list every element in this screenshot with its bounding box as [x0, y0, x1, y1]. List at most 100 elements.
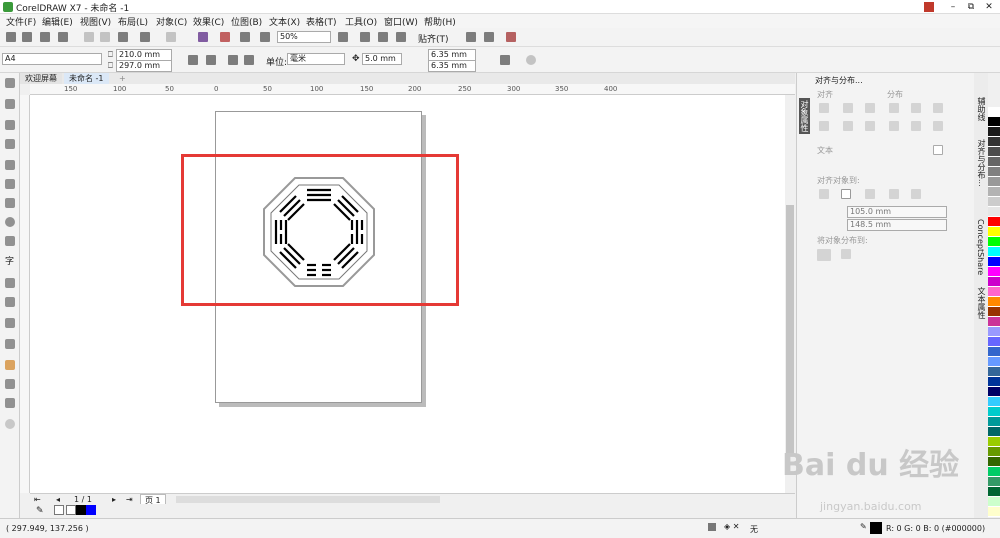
interactive-fill-tool-icon[interactable]	[5, 379, 15, 389]
palette-swatch[interactable]	[988, 417, 1000, 427]
active-objects-icon[interactable]	[819, 189, 829, 199]
drop-shadow-tool-icon[interactable]	[5, 318, 15, 328]
palette-swatch[interactable]	[988, 487, 1000, 497]
page-last-icon[interactable]: ⇥	[126, 495, 133, 504]
specified-point-icon[interactable]	[911, 189, 921, 199]
palette-swatch[interactable]	[988, 137, 1000, 147]
quick-customize-icon[interactable]	[526, 55, 536, 65]
copy-icon[interactable]	[100, 32, 110, 42]
palette-swatch[interactable]	[988, 317, 1000, 327]
new-icon[interactable]	[6, 32, 16, 42]
polygon-tool-icon[interactable]	[5, 236, 15, 246]
publish-pdf-icon[interactable]	[260, 32, 270, 42]
menu-file[interactable]: 文件(F)	[6, 15, 36, 28]
menu-table[interactable]: 表格(T)	[306, 15, 337, 28]
palette-swatch[interactable]	[988, 427, 1000, 437]
swatch-none[interactable]	[54, 505, 64, 515]
extent-of-selection-icon[interactable]	[817, 249, 831, 261]
menu-view[interactable]: 视图(V)	[80, 15, 111, 28]
dock-tab-align-distribute[interactable]: 对齐与分布...	[976, 139, 987, 187]
align-left-icon[interactable]	[819, 103, 829, 113]
grid-icon[interactable]	[889, 189, 899, 199]
palette-swatch[interactable]	[988, 237, 1000, 247]
palette-swatch[interactable]	[988, 177, 1000, 187]
close-button[interactable]: ✕	[980, 0, 998, 14]
palette-swatch[interactable]	[988, 297, 1000, 307]
palette-swatch[interactable]	[988, 207, 1000, 217]
minimize-button[interactable]: –	[944, 0, 962, 14]
duplicate-y-input[interactable]: 6.35 mm	[428, 60, 476, 72]
color-eyedropper-tool-icon[interactable]	[5, 360, 15, 370]
dock-tab-object-properties[interactable]: 对象属性	[799, 98, 810, 134]
distribute-left-icon[interactable]	[889, 103, 899, 113]
zoom-level-select[interactable]: 50%	[277, 31, 331, 43]
fill-indicator-icon[interactable]	[708, 523, 716, 531]
show-grid-icon[interactable]	[378, 32, 388, 42]
menu-window[interactable]: 窗口(W)	[384, 15, 418, 28]
palette-swatch[interactable]	[988, 187, 1000, 197]
units-select[interactable]: 毫米	[287, 53, 345, 65]
page-height-input[interactable]: 297.0 mm	[116, 60, 172, 72]
align-point-y-input[interactable]: 148.5 mm	[847, 219, 947, 231]
connector-tool-icon[interactable]	[5, 297, 15, 307]
dock-tab-conceptshare[interactable]: ConceptShare	[976, 219, 985, 275]
menu-layout[interactable]: 布局(L)	[118, 15, 148, 28]
align-bottom-icon[interactable]	[865, 121, 875, 131]
palette-swatch[interactable]	[988, 507, 1000, 517]
align-top-icon[interactable]	[819, 121, 829, 131]
crop-tool-icon[interactable]	[5, 120, 15, 130]
palette-swatch[interactable]	[988, 117, 1000, 127]
portrait-icon[interactable]	[188, 55, 198, 65]
palette-swatch[interactable]	[988, 277, 1000, 287]
distribute-right-icon[interactable]	[933, 103, 943, 113]
palette-swatch[interactable]	[988, 147, 1000, 157]
rectangle-tool-icon[interactable]	[5, 198, 15, 208]
palette-swatch[interactable]	[988, 307, 1000, 317]
palette-swatch[interactable]	[988, 197, 1000, 207]
align-right-icon[interactable]	[865, 103, 875, 113]
palette-swatch[interactable]	[988, 107, 1000, 117]
palette-swatch[interactable]	[988, 217, 1000, 227]
palette-swatch[interactable]	[988, 367, 1000, 377]
palette-swatch[interactable]	[988, 287, 1000, 297]
dock-tab-guidelines[interactable]: 辅助线	[976, 97, 987, 121]
tab-welcome-screen[interactable]: 欢迎屏幕	[20, 73, 62, 84]
menu-text[interactable]: 文本(X)	[269, 15, 300, 28]
undo-icon[interactable]	[140, 32, 150, 42]
text-tool-icon[interactable]: 字	[5, 254, 14, 267]
palette-swatch[interactable]	[988, 327, 1000, 337]
swatch-black[interactable]	[76, 505, 86, 515]
pick-tool-icon[interactable]	[5, 78, 15, 88]
redo-icon[interactable]	[166, 32, 176, 42]
artistic-media-tool-icon[interactable]	[5, 179, 15, 189]
treat-as-filled-icon[interactable]	[500, 55, 510, 65]
distribute-middle-icon[interactable]	[911, 121, 921, 131]
page-edge-icon[interactable]	[841, 189, 851, 199]
page-center-icon[interactable]	[865, 189, 875, 199]
palette-swatch[interactable]	[988, 477, 1000, 487]
user-icon[interactable]	[924, 2, 934, 12]
palette-swatch[interactable]	[988, 227, 1000, 237]
freehand-tool-icon[interactable]	[5, 160, 15, 170]
palette-swatch[interactable]	[988, 347, 1000, 357]
show-rulers-icon[interactable]	[360, 32, 370, 42]
text-align-icon[interactable]	[933, 145, 943, 155]
landscape-icon[interactable]	[206, 55, 216, 65]
palette-swatch[interactable]	[988, 257, 1000, 267]
zoom-tool-icon[interactable]	[5, 139, 15, 149]
menu-object[interactable]: 对象(C)	[156, 15, 187, 28]
full-screen-icon[interactable]	[338, 32, 348, 42]
quick-customize-tools-icon[interactable]	[5, 419, 15, 429]
paste-icon[interactable]	[118, 32, 128, 42]
snap-to-dropdown[interactable]: 贴齐(T)	[418, 32, 449, 45]
page-size-select[interactable]: A4	[2, 53, 102, 65]
save-icon[interactable]	[40, 32, 50, 42]
align-center-v-icon[interactable]	[843, 121, 853, 131]
palette-swatch[interactable]	[988, 267, 1000, 277]
distribute-bottom-icon[interactable]	[933, 121, 943, 131]
palette-swatch[interactable]	[988, 387, 1000, 397]
smart-fill-tool-icon[interactable]	[5, 398, 15, 408]
palette-swatch[interactable]	[988, 447, 1000, 457]
menu-effects[interactable]: 效果(C)	[193, 15, 224, 28]
distribute-center-icon[interactable]	[911, 103, 921, 113]
